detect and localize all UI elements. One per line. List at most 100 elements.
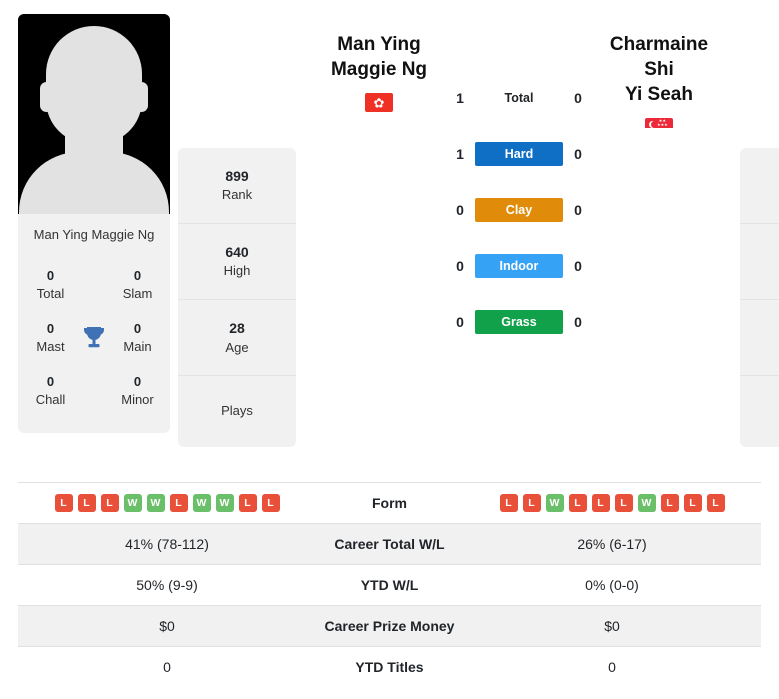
title-stat-minor: 0 Minor — [111, 364, 164, 417]
left-player-title-block: Man Ying Maggie Ng ✿ — [314, 14, 444, 113]
h2h-right-score: 0 — [574, 258, 582, 274]
left-form-cell: LLLWWLWWLL — [18, 482, 316, 524]
right-player-title-line2: Yi Seah — [625, 84, 693, 106]
ranking-value: 640 — [225, 244, 249, 261]
form-badge-loss: L — [54, 494, 73, 512]
form-badge-loss: L — [169, 494, 188, 512]
title-label: Slam — [122, 285, 153, 301]
form-badge-loss: L — [77, 494, 96, 512]
left-player-name-label: Man Ying Maggie Ng — [33, 227, 155, 242]
form-badge-loss: L — [499, 494, 518, 512]
title-label: Mast — [36, 338, 65, 354]
title-label: Main — [123, 338, 152, 354]
ranking-row-plays: Plays — [178, 376, 296, 447]
right-player-title-block: Charmaine Shi Yi Seah ★★ ★★★ — [594, 14, 724, 138]
left-player-ranking-card: 899 Rank 640 High 28 Age Plays — [178, 148, 296, 448]
ranking-row-plays: Plays — [740, 376, 779, 447]
title-stat-mast: 0 Mast — [24, 311, 77, 364]
form-badge-win: W — [545, 494, 564, 512]
ranking-label: Rank — [221, 187, 253, 203]
singapore-flag-icon: ★★ ★★★ — [645, 118, 673, 138]
form-badge-loss: L — [261, 494, 280, 512]
right-player-ranking-card: Ret. Rank 777 High 24 Age Plays — [740, 148, 779, 448]
avatar-ear-left — [40, 82, 53, 112]
h2h-left-score: 0 — [456, 314, 464, 330]
title-stat-total: 0 Total — [24, 258, 77, 311]
ranking-row-high: 640 High — [178, 224, 296, 301]
avatar-ear-right — [135, 82, 148, 112]
surface-badge-indoor[interactable]: Indoor — [475, 254, 563, 278]
right-ytd-wl: 0% (0-0) — [463, 564, 761, 606]
h2h-row-clay: 0 Clay 0 — [444, 182, 594, 238]
right-career-total-wl: 26% (6-17) — [463, 523, 761, 565]
title-stat-main: 0 Main — [111, 311, 164, 364]
ranking-row-age: 28 Age — [178, 300, 296, 377]
ranking-row-rank: Ret. Rank — [740, 148, 779, 225]
head-to-head-surface-list: 1 Total 0 1 Hard 0 0 Clay 0 0 Indoor 0 0 — [444, 14, 594, 350]
title-value: 0 — [46, 321, 55, 337]
title-value: 0 — [133, 374, 142, 390]
h2h-right-score: 0 — [574, 314, 582, 330]
left-player-title-line1: Man Ying — [337, 34, 421, 55]
ranking-value: 28 — [229, 320, 245, 337]
form-badge-loss: L — [238, 494, 257, 512]
table-row-ytd-wl: 50% (9-9) YTD W/L 0% (0-0) — [18, 564, 761, 606]
form-badge-win: W — [123, 494, 142, 512]
row-label-career-prize-money: Career Prize Money — [316, 605, 463, 647]
bauhinia-glyph: ✿ — [373, 95, 385, 111]
h2h-left-score: 0 — [456, 258, 464, 274]
table-row-form: LLLWWLWWLL Form LLWLLLWLLL — [18, 482, 761, 524]
h2h-row-indoor: 0 Indoor 0 — [444, 238, 594, 294]
left-player-avatar — [18, 14, 170, 214]
player-comparison-header: Man Ying Maggie Ng 0 Total 0 Slam 0 Mast — [0, 0, 779, 470]
stars-glyph: ★★ ★★★ — [657, 118, 668, 128]
surface-badge-clay[interactable]: Clay — [475, 198, 563, 222]
table-row-career-total-wl: 41% (78-112) Career Total W/L 26% (6-17) — [18, 523, 761, 565]
h2h-left-score: 1 — [456, 146, 464, 162]
form-badge-loss: L — [100, 494, 119, 512]
left-career-total-wl: 41% (78-112) — [18, 523, 316, 565]
row-label-form: Form — [316, 482, 463, 524]
row-label-ytd-wl: YTD W/L — [316, 564, 463, 606]
right-form-cell: LLWLLLWLLL — [463, 482, 761, 524]
h2h-row-total: 1 Total 0 — [444, 70, 594, 126]
right-career-prize-money: $0 — [463, 605, 761, 647]
surface-label-total: Total — [504, 91, 534, 105]
form-badge-loss: L — [660, 494, 679, 512]
ranking-value: 777 — [744, 242, 779, 262]
surface-badge-hard[interactable]: Hard — [475, 142, 563, 166]
form-badge-win: W — [637, 494, 656, 512]
h2h-right-score: 0 — [574, 146, 582, 162]
title-stat-chall: 0 Chall — [24, 364, 77, 417]
right-player-title-line1: Charmaine Shi — [609, 34, 709, 81]
row-label-ytd-titles: YTD Titles — [316, 646, 463, 688]
form-badge-loss: L — [706, 494, 725, 512]
ranking-value: 899 — [225, 168, 249, 184]
form-badge-loss: L — [591, 494, 610, 512]
surface-badge-grass[interactable]: Grass — [475, 310, 563, 334]
title-label: Total — [36, 285, 65, 301]
left-player-titles-grid: 0 Total 0 Slam 0 Mast 0 Main 0 Chall 0 M… — [18, 254, 170, 433]
ranking-row-age: 24 Age — [740, 300, 779, 377]
form-badge-win: W — [146, 494, 165, 512]
player-stats-comparison-table: LLLWWLWWLL Form LLWLLLWLLL 41% (78-112) … — [18, 482, 761, 688]
ranking-label: Age — [744, 339, 779, 358]
ranking-label: Age — [225, 339, 249, 355]
title-value: 0 — [46, 374, 55, 390]
left-ytd-titles: 0 — [18, 646, 316, 688]
ranking-label: High — [223, 263, 251, 279]
left-career-prize-money: $0 — [18, 605, 316, 647]
table-row-career-prize-money: $0 Career Prize Money $0 — [18, 605, 761, 647]
h2h-right-score: 0 — [574, 202, 582, 218]
title-stat-slam: 0 Slam — [111, 258, 164, 311]
trophy-icon — [77, 325, 111, 351]
title-label: Minor — [121, 391, 154, 407]
h2h-right-score: 0 — [574, 90, 582, 106]
form-badge-loss: L — [683, 494, 702, 512]
form-badge-loss: L — [522, 494, 541, 512]
left-ytd-wl: 50% (9-9) — [18, 564, 316, 606]
ranking-label: High — [744, 262, 779, 281]
ranking-label: Rank — [744, 186, 779, 205]
h2h-row-hard: 1 Hard 0 — [444, 126, 594, 182]
form-badge-loss: L — [568, 494, 587, 512]
